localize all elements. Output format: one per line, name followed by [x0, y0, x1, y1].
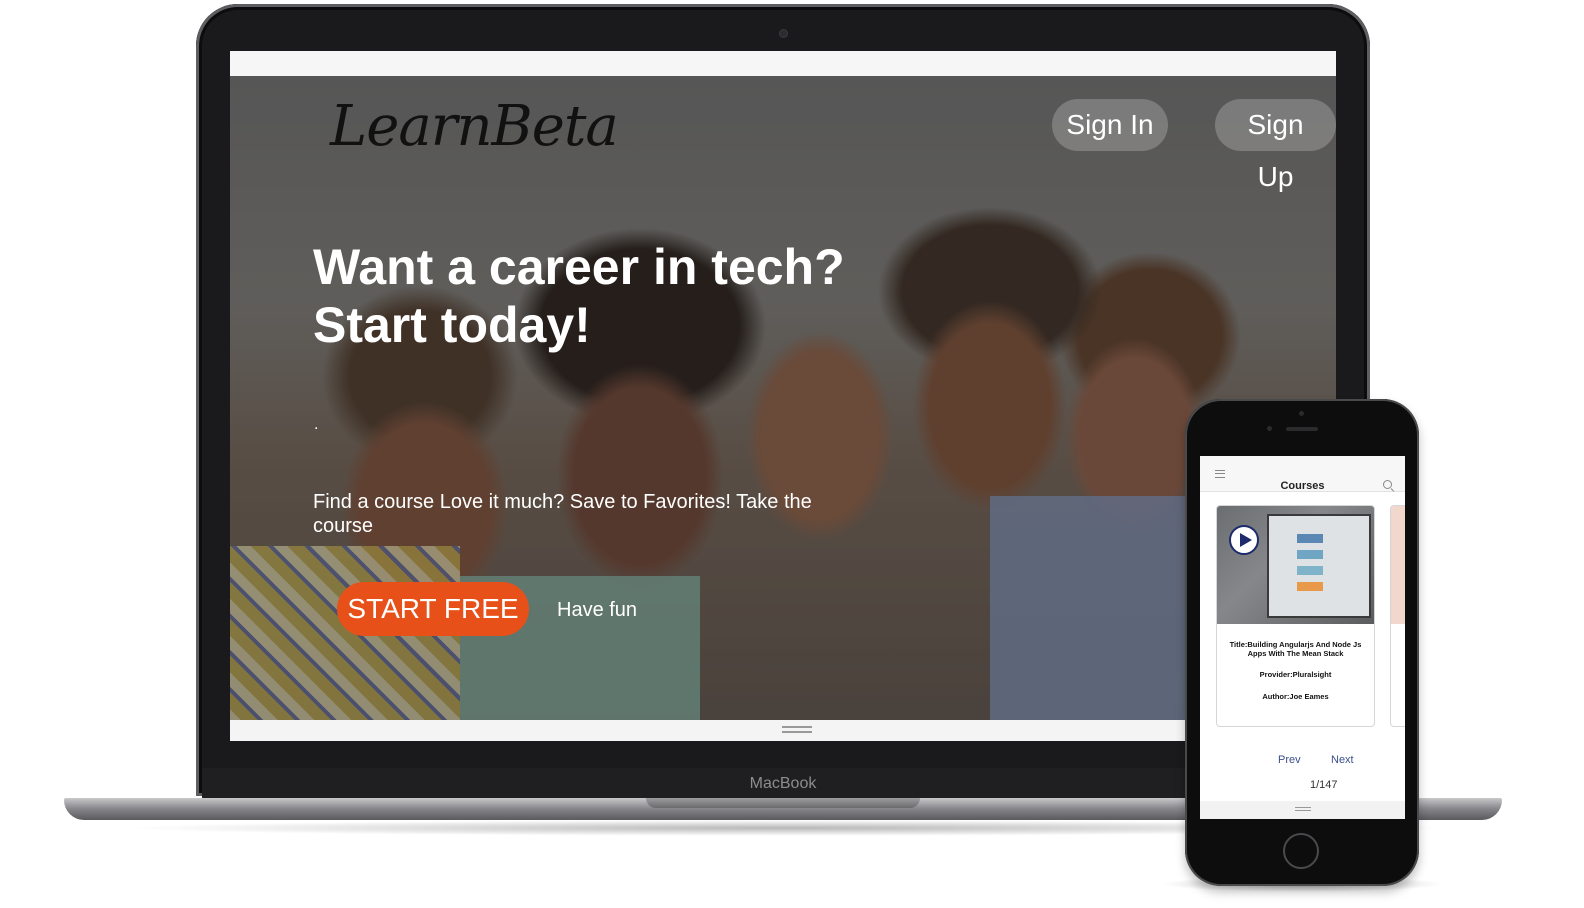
phone-screen: Courses Title:Building Angularjs And Nod…	[1200, 456, 1405, 819]
course-provider: Provider:Pluralsight	[1259, 670, 1332, 679]
next-course-card-peek[interactable]	[1390, 505, 1405, 727]
drag-handle-icon[interactable]	[1295, 807, 1311, 811]
laptop-camera	[780, 30, 787, 37]
hero-section: LearnBeta Sign In Sign Up Want a career …	[230, 76, 1336, 720]
phone-bottom-bar	[1200, 801, 1405, 819]
course-title: Title:Building Angularjs And Node Js App…	[1229, 640, 1362, 658]
hero-dot: .	[314, 416, 319, 433]
headline-line-2: Start today!	[313, 297, 591, 353]
thumbnail-screen	[1267, 514, 1371, 618]
app-title: Courses	[1280, 480, 1325, 492]
next-page-button[interactable]: Next	[1331, 754, 1354, 766]
page-count: 1/147	[1310, 779, 1338, 791]
sign-in-button[interactable]: Sign In	[1052, 99, 1168, 151]
menu-icon[interactable]	[1215, 470, 1225, 478]
phone-front-camera	[1267, 426, 1272, 431]
phone-frame: Courses Title:Building Angularjs And Nod…	[1185, 399, 1419, 886]
site-logo[interactable]: LearnBeta	[330, 94, 619, 159]
laptop-notch	[646, 798, 920, 808]
laptop-screen: LearnBeta Sign In Sign Up Want a career …	[230, 51, 1336, 741]
play-icon[interactable]	[1229, 525, 1259, 555]
hero-subtext: Find a course Love it much? Save to Favo…	[313, 491, 812, 537]
sign-up-button[interactable]: Sign Up	[1215, 99, 1336, 192]
phone-speaker	[1286, 427, 1318, 431]
course-author: Author:Joe Eames	[1262, 692, 1329, 701]
thumbnail-detail	[1297, 582, 1323, 591]
course-card[interactable]: Title:Building Angularjs And Node Js App…	[1216, 505, 1375, 727]
browser-top-bar	[230, 51, 1336, 76]
drag-handle-icon[interactable]	[782, 726, 812, 733]
phone-sensor	[1299, 411, 1304, 416]
prev-page-button[interactable]: Prev	[1278, 754, 1301, 766]
search-icon[interactable]	[1383, 480, 1392, 489]
start-free-button[interactable]: START FREE	[337, 582, 529, 636]
have-fun-link[interactable]: Have fun	[557, 599, 637, 622]
headline-line-1: Want a career in tech?	[313, 239, 845, 295]
thumbnail-detail	[1297, 534, 1323, 543]
thumbnail-detail	[1297, 566, 1323, 575]
home-button[interactable]	[1283, 833, 1319, 869]
app-header: Courses	[1200, 456, 1405, 492]
hero-headline: Want a career in tech? Start today!	[313, 238, 913, 354]
browser-bottom-bar	[230, 720, 1336, 741]
course-thumbnail	[1217, 506, 1374, 624]
thumbnail-detail	[1297, 550, 1323, 559]
